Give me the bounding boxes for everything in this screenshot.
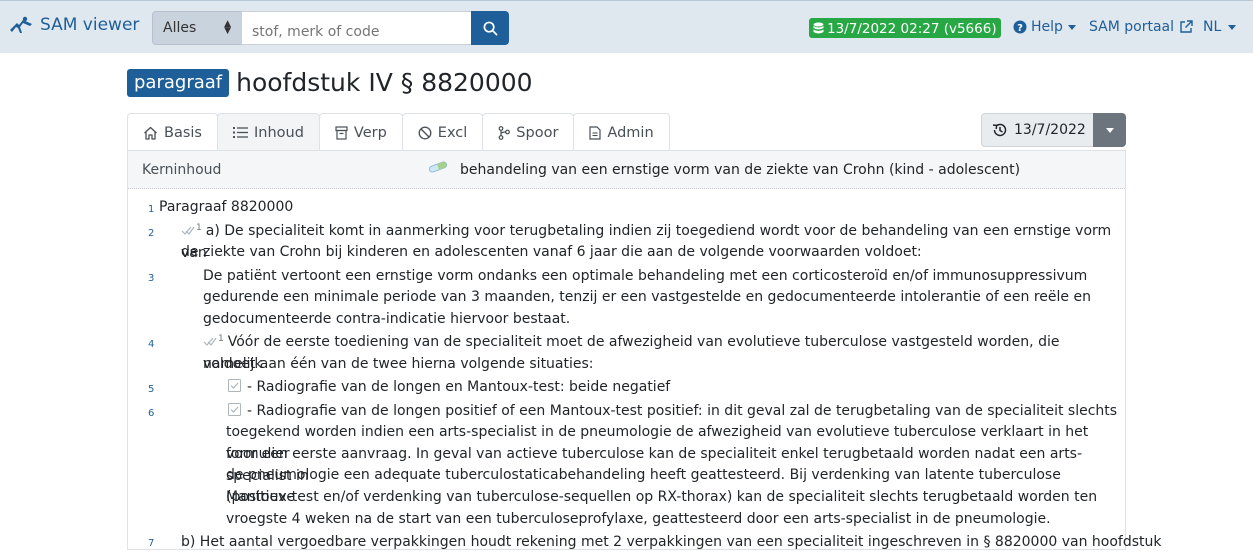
content-text: - Radiografie van de longen en Mantoux-t… [247, 379, 671, 395]
content-panel: Kerninhoud behandeling van een ernstige … [127, 150, 1162, 550]
page-title: hoofdstuk IV § 8820000 [236, 68, 533, 97]
line-number: 3 [148, 273, 155, 284]
tab-label: Inhoud [253, 124, 304, 141]
search-button[interactable] [471, 11, 509, 45]
content-line: gedocumenteerde contra-indicatie hiervoo… [203, 311, 571, 327]
kernel-text: behandeling van een ernstige vorm van de… [460, 162, 1021, 178]
language-menu[interactable]: NL [1203, 19, 1237, 35]
home-icon [144, 126, 157, 140]
tab-verp[interactable]: Verp [318, 113, 403, 151]
list-icon [232, 127, 248, 138]
content-line: b) Het aantal vergoedbare verpakkingen h… [181, 534, 1162, 550]
kernel-row: Kerninhoud behandeling van een ernstige … [128, 151, 1125, 189]
content-line: De patiënt vertoont een ernstige vorm on… [203, 268, 1088, 284]
line-number: 4 [148, 339, 155, 350]
content-line: voldoet aan één van de twee hierna volge… [203, 356, 594, 372]
tab-label: Excl [437, 124, 468, 141]
check-icon [181, 226, 195, 235]
content-line: de ziekte van Crohn bij kinderen en adol… [181, 244, 922, 260]
line-number: 5 [148, 384, 155, 395]
svg-text:?: ? [1017, 23, 1023, 34]
external-link-icon [1180, 20, 1193, 33]
tab-admin[interactable]: Admin [573, 113, 670, 151]
document-icon [589, 125, 602, 140]
tab-label: Spoor [516, 124, 559, 141]
select-arrows-icon: ▲ ▼ [224, 19, 231, 36]
content-paragraph: - Radiografie van de longen en Mantoux-t… [228, 377, 670, 399]
tab-label: Basis [164, 124, 202, 141]
question-circle-icon: ? [1013, 20, 1027, 34]
checkbox-checked-icon [228, 379, 241, 392]
kernel-label: Kerninhoud [142, 162, 222, 178]
type-badge: paragraaf [127, 68, 230, 97]
search-icon [483, 21, 497, 35]
package-icon [335, 125, 348, 140]
line-number: 2 [148, 228, 155, 239]
version-sup: 1 [196, 223, 202, 233]
line-number: 1 [148, 204, 155, 215]
version-sup: 1 [218, 334, 224, 344]
brand-title: SAM viewer [40, 15, 140, 35]
content-line: gedurende een minimale periode van 3 maa… [203, 289, 1091, 305]
ban-icon [418, 126, 432, 139]
help-label: Help [1031, 19, 1063, 35]
tab-spoor[interactable]: Spoor [482, 113, 575, 151]
pill-icon [428, 161, 448, 173]
tab-label: Verp [353, 124, 387, 141]
version-badge: 13/7/2022 02:27 (v5666) [809, 18, 1001, 38]
help-menu[interactable]: ? Help [1013, 19, 1076, 35]
tab-basis[interactable]: Basis [127, 113, 218, 151]
branch-icon [498, 125, 511, 140]
content-line: Paragraaf 8820000 [159, 199, 294, 215]
navbar: SAM viewer Alles ▲▼ 13/7/2022 02:27 (v56… [0, 0, 1253, 53]
line-number: 6 [148, 408, 155, 419]
caret-down-icon [1105, 127, 1114, 133]
page-header: paragraaf hoofdstuk IV § 8820000 [127, 68, 533, 97]
tab-inhoud[interactable]: Inhoud [216, 113, 320, 151]
history-icon [992, 123, 1007, 137]
search-scope-select[interactable]: Alles ▲ ▼ [152, 11, 242, 45]
search-input[interactable] [241, 11, 472, 45]
line-number: 7 [148, 538, 155, 549]
history-date-button[interactable]: 13/7/2022 [981, 113, 1094, 147]
language-label: NL [1203, 19, 1222, 35]
sam-logo-icon [10, 16, 32, 33]
version-text: 13/7/2022 02:27 (v5666) [827, 20, 997, 37]
date-dropdown-toggle[interactable] [1093, 113, 1126, 147]
content-paragraph: - Radiografie van de longen positief of … [228, 401, 1117, 423]
content-text: - Radiografie van de longen positief of … [247, 403, 1118, 419]
sam-portal-link[interactable]: SAM portaal [1089, 19, 1193, 35]
chevron-down-icon [1228, 24, 1237, 30]
database-icon [813, 22, 824, 34]
search-scope-value: Alles [163, 20, 197, 36]
check-icon [203, 337, 217, 346]
brand-link[interactable]: SAM viewer [8, 14, 139, 36]
checkbox-checked-icon [228, 403, 241, 416]
portal-label: SAM portaal [1089, 19, 1174, 35]
chevron-down-icon [1067, 24, 1076, 30]
history-date-value: 13/7/2022 [1014, 122, 1086, 138]
tab-excl[interactable]: Excl [401, 113, 484, 151]
tab-label: Admin [607, 124, 654, 141]
content-line: vroegste 4 weken na de start van een tub… [226, 511, 1051, 527]
content-line: Mantoux-test en/of verdenking van tuberc… [226, 489, 1098, 505]
tab-bar: Basis Inhoud Verp Excl Spoor Admin [127, 113, 670, 151]
